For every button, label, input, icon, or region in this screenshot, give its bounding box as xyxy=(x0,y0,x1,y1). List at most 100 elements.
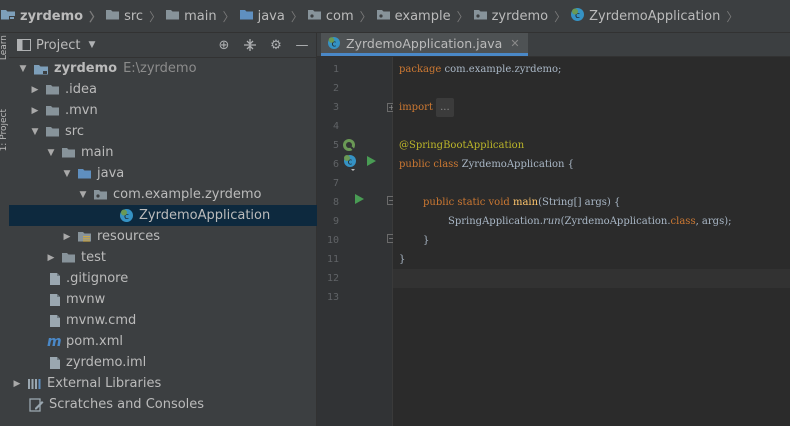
project-tool-tab[interactable]: 1: Project xyxy=(0,109,9,151)
line-number: 3 xyxy=(332,102,339,113)
module-folder-icon xyxy=(33,62,49,76)
spring-configuration-icon[interactable]: c xyxy=(342,153,358,171)
folded-imports[interactable]: ... xyxy=(436,98,454,117)
chevron-right-icon: 〉 xyxy=(554,9,567,24)
line-number: 11 xyxy=(326,254,339,265)
breadcrumb-java[interactable]: java 〉 xyxy=(235,8,303,25)
code-line-6: @SpringBootApplication xyxy=(399,140,525,151)
tree-item-iml[interactable]: zyrdemo.iml xyxy=(9,352,356,373)
tree-item-mvn[interactable]: ▶ .mvn xyxy=(9,100,336,121)
line-number: 9 xyxy=(332,216,339,227)
tree-item-idea[interactable]: ▶ .idea xyxy=(9,79,336,100)
breadcrumb-zyrdemo[interactable]: zyrdemo 〉 xyxy=(0,7,101,25)
collapsed-arrow-icon[interactable]: ▶ xyxy=(45,253,57,263)
hide-panel-icon[interactable]: — xyxy=(294,37,310,53)
tree-item-resources[interactable]: ▶ resources xyxy=(9,226,368,247)
chevron-right-icon: 〉 xyxy=(726,9,739,24)
code-line-10: SpringApplication.run(ZyrdemoApplication… xyxy=(448,216,732,227)
run-main-icon[interactable] xyxy=(354,193,365,205)
run-class-icon[interactable] xyxy=(366,155,377,167)
folder-icon xyxy=(45,83,60,96)
breadcrumb-src[interactable]: src 〉 xyxy=(101,8,161,25)
tree-item-gitignore[interactable]: .gitignore xyxy=(9,268,356,289)
code-line-12: } xyxy=(399,254,406,265)
resources-folder-icon xyxy=(77,230,92,243)
text-file-icon xyxy=(49,293,61,307)
collapsed-arrow-icon[interactable]: ▶ xyxy=(61,232,73,242)
spring-class-icon: c xyxy=(570,7,585,26)
line-number: 10 xyxy=(326,235,339,246)
package-icon xyxy=(473,8,488,25)
line-number: 8 xyxy=(332,197,339,208)
libraries-icon xyxy=(27,377,42,390)
spring-class-icon: c xyxy=(119,208,134,223)
breadcrumb-com[interactable]: com 〉 xyxy=(303,8,372,25)
collapse-all-icon[interactable] xyxy=(242,37,258,53)
expanded-arrow-icon[interactable]: ▼ xyxy=(77,190,89,200)
source-folder-icon xyxy=(77,167,92,180)
expanded-arrow-icon[interactable]: ▼ xyxy=(61,169,73,179)
text-file-icon xyxy=(49,272,61,286)
code-editor[interactable]: package com.example.zyrdemo; import ... … xyxy=(393,57,790,426)
breadcrumb-main[interactable]: main 〉 xyxy=(161,8,235,25)
project-view-selector[interactable]: Project xyxy=(36,38,80,53)
breadcrumb-example[interactable]: example 〉 xyxy=(372,8,469,25)
learn-tab[interactable]: Learn xyxy=(0,35,9,60)
module-folder-icon xyxy=(0,7,16,25)
folder-icon xyxy=(105,8,120,25)
settings-gear-icon[interactable]: ⚙ xyxy=(268,37,284,53)
line-number: 4 xyxy=(332,121,339,132)
locate-target-icon[interactable]: ⊕ xyxy=(216,37,232,53)
tree-item-test[interactable]: ▶ test xyxy=(9,247,352,268)
project-panel-header: Project ▼ ⊕ ⚙ — xyxy=(9,33,316,58)
expanded-arrow-icon[interactable]: ▼ xyxy=(17,64,29,74)
tree-item-mvnw-cmd[interactable]: mvnw.cmd xyxy=(9,310,356,331)
line-number: 2 xyxy=(332,83,339,94)
folder-icon xyxy=(61,251,76,264)
spring-class-icon: c xyxy=(327,36,341,50)
package-icon xyxy=(93,188,108,201)
breadcrumb-class[interactable]: c ZyrdemoApplication 〉 xyxy=(566,7,738,26)
text-file-icon xyxy=(49,356,61,370)
line-number: 1 xyxy=(332,64,339,75)
tree-item-zyrdemo[interactable]: ▼ zyrdemo E:\zyrdemo xyxy=(9,58,324,79)
line-number: 6 xyxy=(332,159,339,170)
code-line-13-caret-line xyxy=(393,269,790,288)
source-folder-icon xyxy=(239,8,254,25)
chevron-right-icon: 〉 xyxy=(222,9,235,24)
scratches-icon xyxy=(29,397,44,412)
tree-item-mvnw[interactable]: mvnw xyxy=(9,289,356,310)
breadcrumb-zyrdemo-package[interactable]: zyrdemo 〉 xyxy=(469,8,567,25)
project-view-icon xyxy=(17,39,31,51)
tree-item-external-libraries[interactable]: ▶ External Libraries xyxy=(9,373,318,394)
chevron-right-icon: 〉 xyxy=(290,9,303,24)
tree-item-pom-xml[interactable]: m pom.xml xyxy=(9,331,354,352)
maven-icon: m xyxy=(47,333,62,350)
navigation-bar: zyrdemo 〉 src 〉 main 〉 java 〉 com 〉 example 〉 … xyxy=(0,0,790,33)
collapsed-arrow-icon[interactable]: ▶ xyxy=(29,85,41,95)
tree-item-main[interactable]: ▼ main xyxy=(9,142,352,163)
code-line-11: } xyxy=(423,235,430,246)
tree-item-scratches[interactable]: Scratches and Consoles xyxy=(9,394,336,415)
tree-item-java[interactable]: ▼ java xyxy=(9,163,368,184)
project-panel: Project ▼ ⊕ ⚙ — ▼ zyrdemo E:\zyrdemo ▶ .… xyxy=(9,33,426,426)
chevron-right-icon: 〉 xyxy=(359,9,372,24)
collapsed-arrow-icon[interactable]: ▶ xyxy=(11,379,23,389)
package-icon xyxy=(376,8,391,25)
code-line-7: public class ZyrdemoApplication { xyxy=(399,159,575,170)
collapsed-arrow-icon[interactable]: ▶ xyxy=(29,106,41,116)
folder-icon xyxy=(165,8,180,25)
expanded-arrow-icon[interactable]: ▼ xyxy=(45,148,57,158)
spring-bean-icon[interactable] xyxy=(342,138,356,152)
expanded-arrow-icon[interactable]: ▼ xyxy=(29,127,41,137)
close-tab-icon[interactable]: ✕ xyxy=(510,37,519,50)
editor-tab-zyrdemo-application[interactable]: c ZyrdemoApplication.java ✕ xyxy=(321,33,528,56)
tree-item-src[interactable]: ▼ src xyxy=(9,121,336,142)
code-line-3: import ... xyxy=(393,98,790,117)
editor-gutter: 1 2 3 4 5 6 7 8 9 10 11 12 13 + c − − xyxy=(317,57,396,426)
package-icon xyxy=(307,8,322,25)
code-line-1: package com.example.zyrdemo; xyxy=(399,64,562,75)
dropdown-arrow-icon[interactable]: ▼ xyxy=(88,40,95,50)
folder-icon xyxy=(45,104,60,117)
line-number: 5 xyxy=(332,140,339,151)
